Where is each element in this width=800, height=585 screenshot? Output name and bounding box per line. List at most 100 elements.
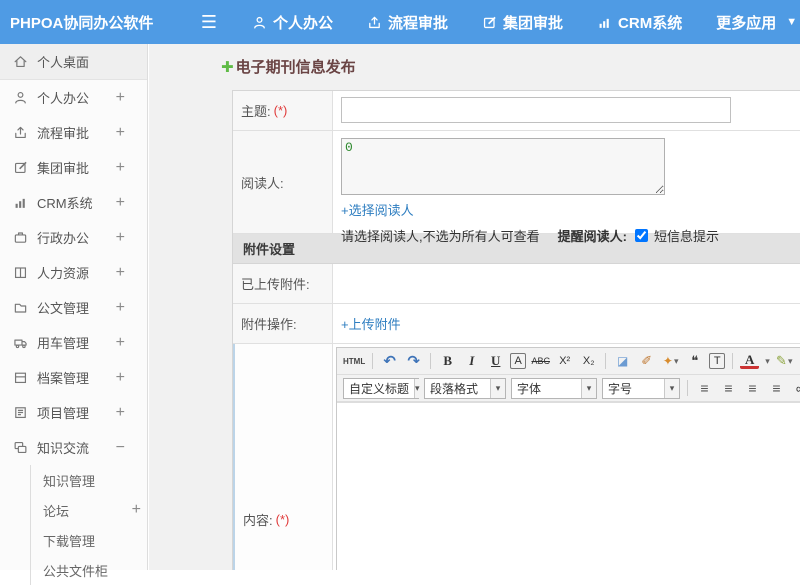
bar-chart-icon (13, 195, 28, 210)
expand-toggle[interactable]: + (116, 404, 125, 422)
nav-label: 流程审批 (388, 12, 448, 33)
subject-input[interactable] (341, 97, 731, 123)
subject-label-text: 主题: (241, 101, 271, 120)
border-text-button[interactable]: A (510, 353, 526, 369)
sidebar-item-desktop[interactable]: 个人桌面 (0, 44, 147, 80)
readers-hint: 请选择阅读人,不选为所有人可查看 提醒阅读人: 短信息提示 (341, 226, 794, 245)
redo-icon[interactable]: ↷ (404, 351, 423, 371)
sidebar-subitem-knowledge-mgmt[interactable]: 知识管理 (31, 465, 147, 495)
green-plus-icon: ✚ (221, 58, 234, 76)
sidebar-item-document-mgmt[interactable]: 公文管理 + (0, 290, 147, 325)
insert-link-icon[interactable]: ∞ (791, 378, 800, 398)
folder-icon (13, 300, 28, 315)
undo-icon[interactable]: ↶ (380, 351, 399, 371)
sidebar-item-hr[interactable]: 人力资源 + (0, 255, 147, 290)
font-size-select-value: 字号 (603, 379, 664, 398)
autoformat-icon[interactable]: ✦▾ (661, 351, 680, 371)
nav-crm-system[interactable]: CRM系统 (597, 12, 682, 33)
expand-toggle[interactable]: + (116, 229, 125, 247)
edit-icon (482, 15, 497, 30)
highlight-color-icon[interactable]: ✎▾ (775, 351, 794, 371)
editor-toolbar-row-2: 自定义标题 ▾ 段落格式 ▾ 字体 ▾ 字号 ▾ (337, 375, 800, 402)
chevron-down-icon[interactable]: ▾ (765, 356, 770, 367)
sms-notify-label: 短信息提示 (654, 226, 719, 245)
chevron-down-icon: ▾ (581, 379, 596, 398)
strikethrough-button[interactable]: ABC (531, 351, 550, 371)
sidebar-item-personal-office[interactable]: 个人办公 + (0, 80, 147, 115)
html-source-button[interactable]: HTML (343, 351, 365, 371)
nav-personal-office[interactable]: 个人办公 (252, 12, 333, 33)
blockquote-button[interactable]: ❝ (685, 351, 704, 371)
expand-toggle[interactable]: + (116, 89, 125, 107)
sidebar-item-crm[interactable]: CRM系统 + (0, 185, 147, 220)
chevron-down-icon[interactable]: ▼ (786, 16, 797, 28)
select-readers-link[interactable]: +选择阅读人 (341, 203, 414, 218)
font-family-select[interactable]: 字体 ▾ (511, 378, 597, 399)
expand-toggle[interactable]: + (116, 299, 125, 317)
bold-button[interactable]: B (438, 351, 457, 371)
bar-chart-icon (597, 15, 612, 30)
underline-button[interactable]: U (486, 351, 505, 371)
expand-toggle[interactable]: + (116, 159, 125, 177)
align-justify-icon[interactable]: ≡ (767, 378, 786, 398)
nav-workflow-approval[interactable]: 流程审批 (367, 12, 448, 33)
font-size-select[interactable]: 字号 ▾ (602, 378, 680, 399)
collapse-toggle[interactable]: − (116, 439, 125, 457)
sidebar-item-label: 知识交流 (37, 438, 89, 457)
align-right-icon[interactable]: ≡ (743, 378, 762, 398)
heading-select-value: 自定义标题 (344, 379, 414, 398)
hamburger-menu-icon[interactable]: ☰ (196, 12, 222, 33)
chevron-down-icon: ▾ (674, 356, 679, 367)
editor-content-area[interactable] (337, 402, 800, 570)
expand-toggle[interactable]: + (116, 194, 125, 212)
attachments-section-title: 附件设置 (243, 239, 295, 258)
expand-toggle[interactable]: + (116, 369, 125, 387)
align-center-icon[interactable]: ≡ (719, 378, 738, 398)
edit-icon (13, 160, 28, 175)
italic-button[interactable]: I (462, 351, 481, 371)
readers-label: 阅读人: (233, 131, 333, 233)
heading-select[interactable]: 自定义标题 ▾ (343, 378, 419, 399)
content-label: 内容: (*) (233, 344, 333, 570)
attachment-ops-label-text: 附件操作: (241, 314, 297, 333)
expand-toggle[interactable]: + (116, 334, 125, 352)
sidebar-item-label: 个人办公 (37, 88, 89, 107)
align-left-icon[interactable]: ≡ (695, 378, 714, 398)
superscript-button[interactable]: X² (555, 351, 574, 371)
subscript-button[interactable]: X₂ (579, 351, 598, 371)
required-mark: (*) (274, 103, 288, 118)
sms-notify-checkbox[interactable] (635, 229, 648, 242)
sidebar-item-project-mgmt[interactable]: 项目管理 + (0, 395, 147, 430)
font-color-button[interactable]: A (740, 354, 759, 369)
sidebar-item-archive-mgmt[interactable]: 档案管理 + (0, 360, 147, 395)
expand-toggle[interactable]: + (116, 264, 125, 282)
sidebar-subitem-public-cabinet[interactable]: 公共文件柜 (31, 555, 147, 585)
sidebar-subitem-forum[interactable]: 论坛 + (31, 495, 147, 525)
expand-toggle[interactable]: + (116, 124, 125, 142)
paragraph-format-select[interactable]: 段落格式 ▾ (424, 378, 506, 399)
chat-copy-icon (13, 440, 28, 455)
sidebar-item-knowledge-exchange[interactable]: 知识交流 − (0, 430, 147, 465)
uploaded-attachments-row: 已上传附件: (233, 264, 800, 304)
upload-attachment-link[interactable]: +上传附件 (341, 314, 401, 333)
page-title: ✚ 电子期刊信息发布 (221, 56, 356, 77)
sidebar-item-label: 档案管理 (37, 368, 89, 387)
readers-value-cell: 0 +选择阅读人 请选择阅读人,不选为所有人可查看 提醒阅读人: 短信息提示 (333, 131, 800, 233)
nav-group-approval[interactable]: 集团审批 (482, 12, 563, 33)
format-brush-icon[interactable]: ✐ (637, 351, 656, 371)
readers-textarea[interactable]: 0 (341, 138, 665, 195)
paste-text-button[interactable]: T (709, 353, 725, 369)
remove-format-icon[interactable]: ◪ (613, 351, 632, 371)
nav-label: 更多应用 (716, 12, 776, 33)
sidebar-subitem-download-mgmt[interactable]: 下载管理 (31, 525, 147, 555)
nav-more-apps[interactable]: 更多应用 (716, 12, 776, 33)
content-editor-cell: HTML ↶ ↷ B I U A ABC X² X₂ ◪ (333, 344, 800, 570)
book-icon (13, 265, 28, 280)
sidebar-item-group-approval[interactable]: 集团审批 + (0, 150, 147, 185)
nav-label: 集团审批 (503, 12, 563, 33)
sidebar-item-vehicle-mgmt[interactable]: 用车管理 + (0, 325, 147, 360)
sidebar-item-label: 公文管理 (37, 298, 89, 317)
expand-toggle[interactable]: + (132, 501, 141, 519)
sidebar-item-workflow-approval[interactable]: 流程审批 + (0, 115, 147, 150)
sidebar-item-admin-office[interactable]: 行政办公 + (0, 220, 147, 255)
